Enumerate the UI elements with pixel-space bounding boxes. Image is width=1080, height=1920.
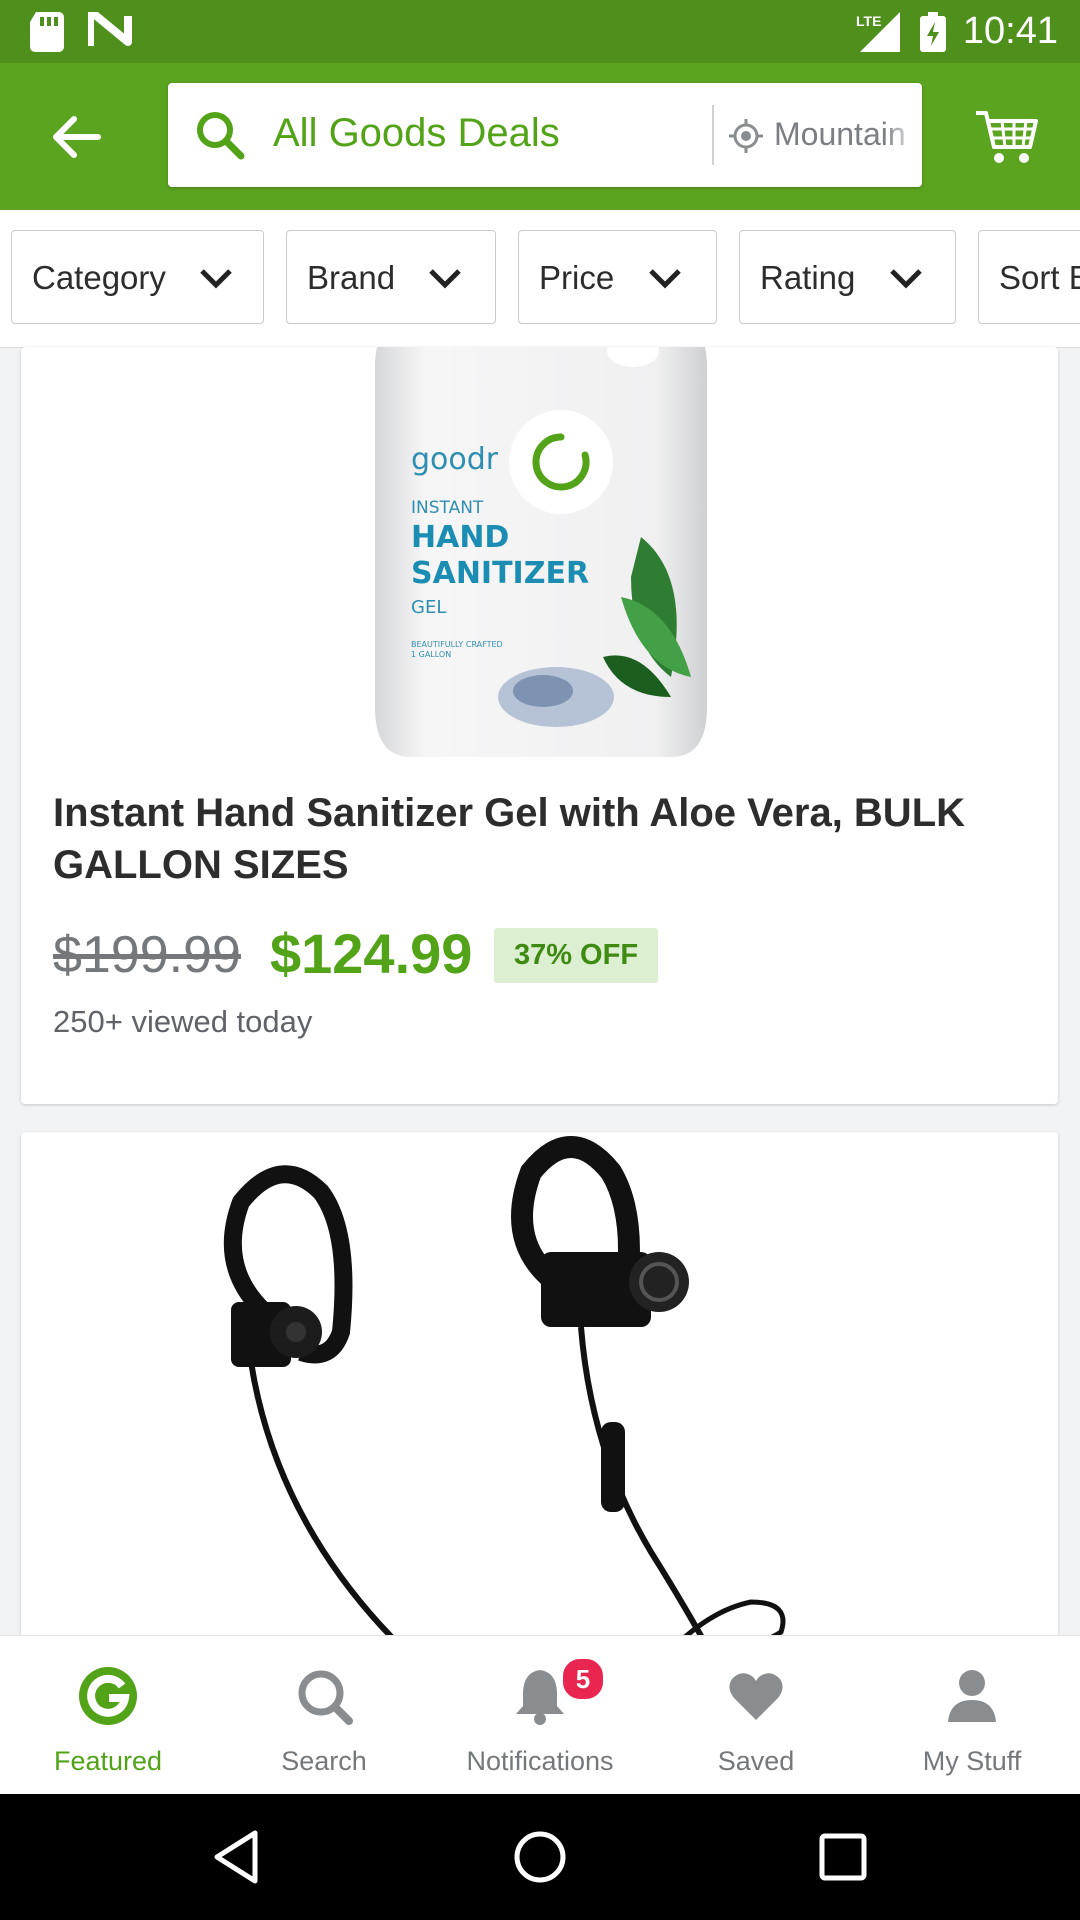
chevron-down-icon: [429, 269, 461, 289]
tab-label: Search: [281, 1746, 367, 1776]
svg-text:GEL: GEL: [411, 597, 446, 618]
svg-text:LTE: LTE: [856, 13, 881, 29]
system-navigation-bar: [0, 1794, 1080, 1920]
search-icon: [197, 112, 245, 160]
filter-label: Sort By: [999, 259, 1080, 296]
back-arrow-icon[interactable]: [46, 107, 106, 167]
bottom-navigation: Featured Search 5 Notifications Saved My…: [0, 1635, 1080, 1795]
chevron-down-icon: [890, 269, 922, 289]
svg-text:HAND: HAND: [411, 520, 509, 555]
svg-text:SANITIZER: SANITIZER: [411, 556, 589, 591]
filter-bar: Category Brand Price Rating Sort By: [0, 210, 1080, 348]
tab-search[interactable]: Search: [216, 1636, 432, 1795]
tab-label: Notifications: [466, 1746, 614, 1776]
filter-rating[interactable]: Rating: [739, 230, 956, 324]
filter-label: Rating: [760, 259, 856, 296]
filter-sort[interactable]: Sort By: [978, 230, 1080, 324]
product-image: goodr INSTANT HAND SANITIZER GEL BEAUTIF…: [375, 347, 707, 757]
deal-title: Instant Hand Sanitizer Gel with Aloe Ver…: [53, 791, 966, 887]
tab-label: Featured: [53, 1746, 163, 1776]
tab-label: Saved: [717, 1746, 795, 1776]
svg-text:INSTANT: INSTANT: [411, 498, 484, 518]
home-circle-icon[interactable]: [510, 1827, 570, 1887]
battery-charging-icon: [920, 12, 946, 52]
chevron-down-icon: [649, 269, 681, 289]
sd-card-icon: [30, 12, 64, 52]
deal-card[interactable]: [21, 1132, 1058, 1692]
person-icon: [948, 1670, 996, 1722]
tab-label: My Stuff: [922, 1746, 1022, 1776]
filter-label: Category: [32, 259, 166, 296]
tab-my-stuff[interactable]: My Stuff: [864, 1636, 1080, 1795]
search-icon: [298, 1670, 353, 1725]
discount-badge: 37% OFF: [494, 928, 658, 983]
filter-label: Price: [539, 259, 615, 296]
viewed-count: 250+ viewed today: [53, 1004, 313, 1039]
recents-square-icon[interactable]: [813, 1827, 873, 1887]
svg-text:BEAUTIFULLY CRAFTED: BEAUTIFULLY CRAFTED: [411, 640, 503, 649]
heart-icon: [729, 1673, 783, 1720]
tab-saved[interactable]: Saved: [648, 1636, 864, 1795]
tab-featured[interactable]: Featured: [0, 1636, 216, 1795]
filter-category[interactable]: Category: [11, 230, 264, 324]
n-notification-icon: [88, 12, 132, 46]
app-bar: All Goods Deals Mountain View: [0, 63, 1080, 210]
lte-signal-icon: LTE: [856, 12, 900, 52]
deal-price: $124.99: [270, 922, 473, 985]
search-bar[interactable]: All Goods Deals Mountain View: [168, 83, 922, 187]
clock: 10:41: [962, 10, 1058, 52]
filter-price[interactable]: Price: [518, 230, 717, 324]
back-triangle-icon[interactable]: [207, 1827, 267, 1887]
cart-icon[interactable]: [974, 103, 1040, 169]
chevron-down-icon: [200, 269, 232, 289]
status-bar: LTE 10:41: [0, 0, 1080, 63]
notification-badge: 5: [560, 1656, 606, 1702]
svg-text:goodr: goodr: [411, 442, 499, 477]
location-target-icon[interactable]: [728, 118, 764, 154]
search-query[interactable]: All Goods Deals: [273, 111, 560, 156]
location-fade: [884, 103, 920, 167]
deal-card[interactable]: goodr INSTANT HAND SANITIZER GEL BEAUTIF…: [21, 347, 1058, 1104]
tab-notifications[interactable]: 5 Notifications: [432, 1636, 648, 1795]
product-image: [223, 1136, 786, 1692]
filter-label: Brand: [307, 259, 396, 296]
search-divider: [712, 105, 714, 165]
original-price: $199.99: [53, 926, 241, 984]
svg-text:1 GALLON: 1 GALLON: [411, 650, 451, 659]
groupon-g-icon: [79, 1667, 137, 1725]
filter-brand[interactable]: Brand: [286, 230, 496, 324]
